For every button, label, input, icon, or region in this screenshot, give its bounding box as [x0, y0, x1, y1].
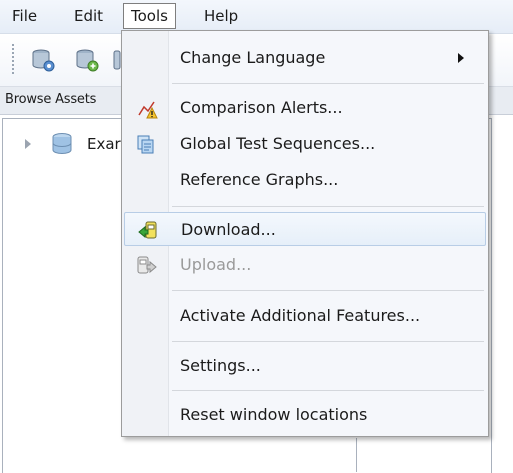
menu-item-upload: Upload... — [124, 248, 486, 282]
menu-separator — [172, 206, 484, 207]
menu-item-label: Reference Graphs... — [180, 170, 339, 189]
global-test-sequences-icon — [136, 134, 158, 156]
menu-help[interactable]: Help — [198, 4, 244, 28]
menu-item-activate-additional-features[interactable]: Activate Additional Features... — [124, 299, 486, 333]
menu-item-settings[interactable]: Settings... — [124, 349, 486, 383]
menu-item-comparison-alerts[interactable]: Comparison Alerts... — [124, 91, 486, 125]
menu-separator — [172, 341, 484, 342]
menu-separator — [172, 83, 484, 84]
upload-icon — [136, 255, 158, 277]
menu-item-download[interactable]: Download... — [124, 212, 486, 246]
menu-item-label: Change Language — [180, 48, 326, 67]
menu-item-label: Reset window locations — [180, 405, 368, 424]
menu-bar: File Edit Tools Help — [0, 0, 513, 34]
menu-item-global-test-sequences[interactable]: Global Test Sequences... — [124, 127, 486, 161]
comparison-alerts-icon — [136, 98, 158, 120]
menu-item-reference-graphs[interactable]: Reference Graphs... — [124, 163, 486, 197]
menu-item-reset-window-locations[interactable]: Reset window locations — [124, 398, 486, 432]
menu-item-label: Comparison Alerts... — [180, 98, 343, 117]
database-add-icon[interactable] — [74, 47, 100, 73]
download-icon — [137, 220, 159, 242]
menu-item-label: Settings... — [180, 356, 261, 375]
menu-item-change-language[interactable]: Change Language — [124, 41, 486, 75]
menu-item-label: Global Test Sequences... — [180, 134, 376, 153]
expand-arrow-icon[interactable] — [25, 139, 31, 149]
tree-item-label: Exar — [87, 135, 121, 153]
submenu-arrow-icon — [458, 53, 464, 63]
toolbar-grip[interactable] — [12, 44, 14, 76]
tools-dropdown-menu: Change Language Comparison Alerts... Glo… — [121, 30, 489, 437]
menu-edit[interactable]: Edit — [68, 4, 109, 28]
menu-item-label: Upload... — [180, 255, 252, 274]
menu-separator — [172, 290, 484, 291]
panel-divider — [356, 438, 357, 472]
menu-file[interactable]: File — [6, 4, 43, 28]
database-icon — [51, 132, 73, 156]
menu-separator — [172, 390, 484, 391]
database-settings-icon[interactable] — [30, 47, 56, 73]
panel-title: Browse Assets — [5, 92, 97, 107]
menu-tools[interactable]: Tools — [123, 3, 176, 29]
menu-item-label: Activate Additional Features... — [180, 306, 421, 325]
menu-item-label: Download... — [181, 220, 276, 239]
